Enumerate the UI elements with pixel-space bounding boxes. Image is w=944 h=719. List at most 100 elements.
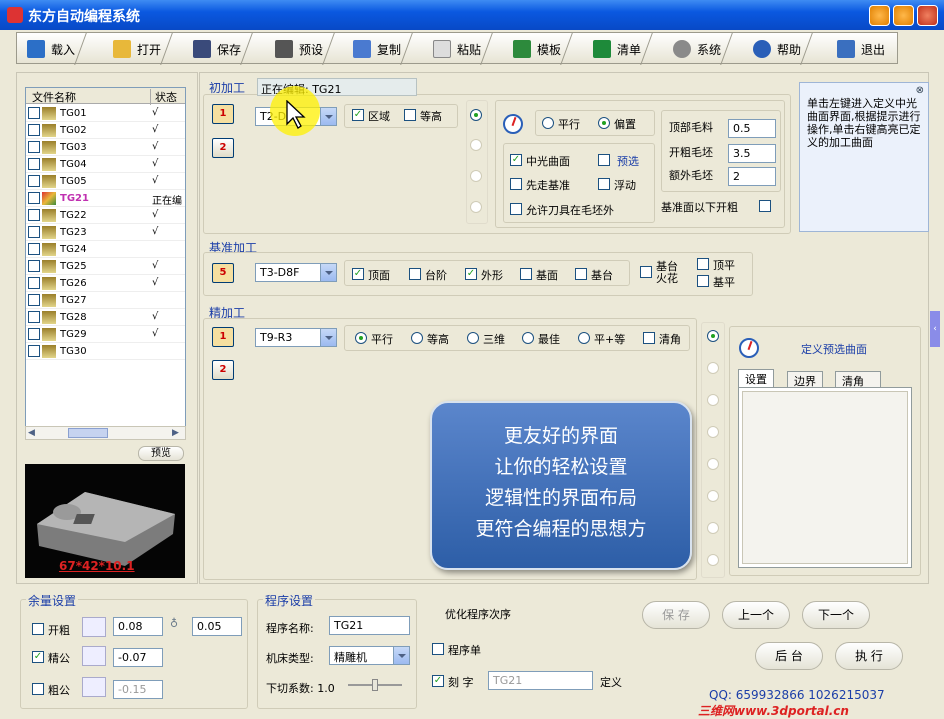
preselect-checkbox[interactable] xyxy=(598,154,610,166)
step-checkbox[interactable] xyxy=(409,268,421,280)
allowout-checkbox[interactable] xyxy=(510,203,522,215)
float-checkbox[interactable] xyxy=(598,178,610,190)
allowance-coarse-value[interactable]: -0.15 xyxy=(113,680,163,699)
file-row-checkbox[interactable] xyxy=(28,192,40,204)
finish-tool-select[interactable]: T9-R3 xyxy=(255,328,337,347)
file-row[interactable]: TG24 xyxy=(26,241,185,258)
file-row[interactable]: TG27 xyxy=(26,292,185,309)
next-button[interactable]: 下一个 xyxy=(802,601,870,629)
allowance-finish-checkbox[interactable]: ✓ xyxy=(32,651,44,663)
base-tool-select[interactable]: T3-D8F xyxy=(255,263,337,282)
allowance-rough-value-1[interactable]: 0.08 xyxy=(113,617,163,636)
outline-checkbox[interactable]: ✓ xyxy=(465,268,477,280)
file-row-checkbox[interactable] xyxy=(28,243,40,255)
preview-button[interactable]: 预览 xyxy=(138,446,184,461)
list-button[interactable]: 清单 xyxy=(593,33,653,65)
scroll-left-icon[interactable]: ◀ xyxy=(28,428,38,438)
save-tool-button[interactable]: 保存 xyxy=(193,33,253,65)
stand-spark-checkbox[interactable] xyxy=(640,266,652,278)
base-flat-checkbox[interactable] xyxy=(697,275,709,287)
tab-clear[interactable]: 清角 xyxy=(835,371,881,388)
open-button[interactable]: 打开 xyxy=(113,33,173,65)
file-row-checkbox[interactable] xyxy=(28,328,40,340)
file-row[interactable]: TG22 √ xyxy=(26,207,185,224)
file-row[interactable]: TG04 √ xyxy=(26,156,185,173)
file-row-checkbox[interactable] xyxy=(28,294,40,306)
file-row[interactable]: TG21 正在编 xyxy=(26,190,185,207)
file-row[interactable]: TG30 xyxy=(26,343,185,360)
scroll-thumb[interactable] xyxy=(68,428,108,438)
system-button[interactable]: 系统 xyxy=(673,33,733,65)
rough-step-1-button[interactable]: 1 xyxy=(212,104,234,124)
finish-mixed-radio[interactable] xyxy=(578,332,590,344)
tab-settings[interactable]: 设置 xyxy=(738,369,774,388)
area-checkbox[interactable]: ✓ xyxy=(352,109,364,121)
finish-step-1-button[interactable]: 1 xyxy=(212,327,234,347)
file-row-checkbox[interactable] xyxy=(28,226,40,238)
file-row[interactable]: TG01 √ xyxy=(26,105,185,122)
paste-button[interactable]: 粘贴 xyxy=(433,33,493,65)
offset-radio[interactable] xyxy=(598,117,610,129)
program-name-field[interactable]: TG21 xyxy=(329,616,410,635)
finish-best-radio[interactable] xyxy=(522,332,534,344)
rough-blank-field[interactable]: 3.5 xyxy=(728,144,776,163)
horizontal-scrollbar[interactable]: ◀ ▶ xyxy=(25,426,186,440)
copy-button[interactable]: 复制 xyxy=(353,33,413,65)
finish-radio-6[interactable] xyxy=(707,490,719,502)
close-button[interactable] xyxy=(917,5,938,26)
tab-boundary[interactable]: 边界 xyxy=(787,371,823,388)
rough-radio-4[interactable] xyxy=(470,201,482,213)
column-filename[interactable]: 文件名称 xyxy=(32,89,76,105)
execute-button[interactable]: 执 行 xyxy=(835,642,903,670)
rough-radio-1[interactable] xyxy=(470,109,482,121)
file-row[interactable]: TG03 √ xyxy=(26,139,185,156)
top-flat-checkbox[interactable] xyxy=(697,258,709,270)
file-row-checkbox[interactable] xyxy=(28,141,40,153)
background-button[interactable]: 后 台 xyxy=(755,642,823,670)
file-row[interactable]: TG02 √ xyxy=(26,122,185,139)
define-link[interactable]: 定义 xyxy=(600,674,622,690)
program-sheet-checkbox[interactable] xyxy=(432,643,444,655)
file-row-checkbox[interactable] xyxy=(28,124,40,136)
top-blank-field[interactable]: 0.5 xyxy=(728,119,776,138)
firstbase-checkbox[interactable] xyxy=(510,178,522,190)
help-button[interactable]: 帮助 xyxy=(753,33,813,65)
lightface-checkbox[interactable]: ✓ xyxy=(510,154,522,166)
file-row[interactable]: TG25 √ xyxy=(26,258,185,275)
engrave-field[interactable]: TG21 xyxy=(488,671,593,690)
file-row-checkbox[interactable] xyxy=(28,277,40,289)
allowance-coarse-checkbox[interactable] xyxy=(32,683,44,695)
exit-button[interactable]: 退出 xyxy=(837,35,885,63)
basesurface-checkbox[interactable] xyxy=(520,268,532,280)
finish-radio-5[interactable] xyxy=(707,458,719,470)
side-expand-icon[interactable]: ‹ xyxy=(930,311,940,347)
contour-checkbox[interactable] xyxy=(404,109,416,121)
clear-corner-checkbox[interactable] xyxy=(643,332,655,344)
finish-radio-2[interactable] xyxy=(707,362,719,374)
machine-type-select[interactable]: 精雕机 xyxy=(329,646,410,665)
save-button[interactable]: 保 存 xyxy=(642,601,710,629)
maximize-button[interactable] xyxy=(893,5,914,26)
column-status[interactable]: 状态 xyxy=(150,89,177,105)
finish-radio-4[interactable] xyxy=(707,426,719,438)
rough-step-2-button[interactable]: 2 xyxy=(212,138,234,158)
finish-contour-radio[interactable] xyxy=(411,332,423,344)
file-row[interactable]: TG29 √ xyxy=(26,326,185,343)
prev-button[interactable]: 上一个 xyxy=(722,601,790,629)
below-base-checkbox[interactable] xyxy=(759,200,771,212)
basestand-checkbox[interactable] xyxy=(575,268,587,280)
finish-radio-8[interactable] xyxy=(707,554,719,566)
finish-radio-1[interactable] xyxy=(707,330,719,342)
allowance-finish-value[interactable]: -0.07 xyxy=(113,648,163,667)
base-step-button[interactable]: 5 xyxy=(212,263,234,283)
file-list[interactable]: 文件名称 状态 TG01 √ TG02 √ TG03 √ TG04 √ TG05 √ TG21 正在编… xyxy=(25,87,186,439)
file-row-checkbox[interactable] xyxy=(28,260,40,272)
file-row-checkbox[interactable] xyxy=(28,107,40,119)
load-button[interactable]: 载入 xyxy=(27,33,87,65)
define-compass-icon[interactable] xyxy=(739,338,759,358)
allowance-rough-value-2[interactable]: 0.05 xyxy=(192,617,242,636)
compass-icon[interactable] xyxy=(503,114,523,134)
file-row[interactable]: TG26 √ xyxy=(26,275,185,292)
finish-step-2-button[interactable]: 2 xyxy=(212,360,234,380)
file-row[interactable]: TG28 √ xyxy=(26,309,185,326)
